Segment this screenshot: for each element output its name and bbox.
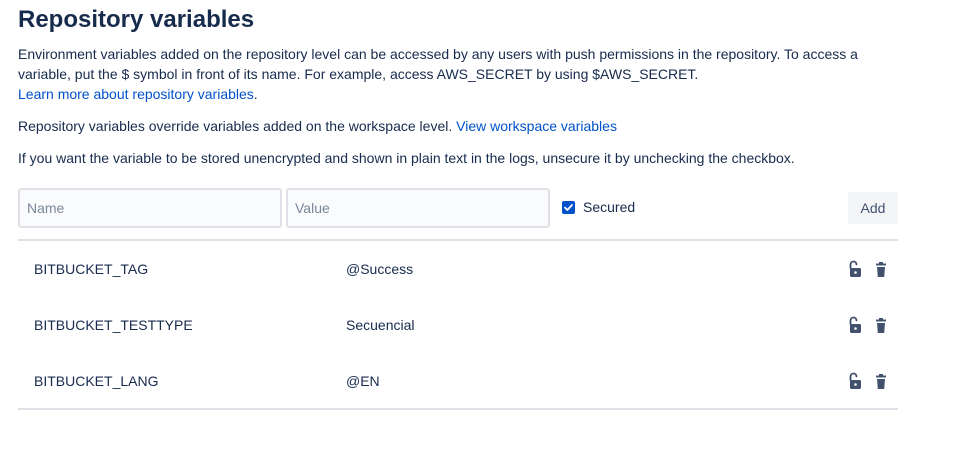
unlock-icon[interactable] <box>846 316 864 334</box>
value-input[interactable] <box>286 188 550 228</box>
variable-value: @EN <box>346 373 380 389</box>
trash-icon[interactable] <box>874 318 888 334</box>
override-paragraph: Repository variables override variables … <box>18 116 898 136</box>
learn-more-suffix: . <box>253 86 258 102</box>
table-row: BITBUCKET_TESTTYPE Secuencial <box>18 297 898 353</box>
secured-checkbox[interactable] <box>562 200 575 214</box>
variable-name: BITBUCKET_LANG <box>34 373 159 389</box>
table-row: BITBUCKET_TAG @Success <box>18 241 898 297</box>
variable-value: Secuencial <box>346 317 415 333</box>
add-button[interactable]: Add <box>848 192 898 224</box>
view-workspace-variables-link[interactable]: View workspace variables <box>456 118 617 134</box>
learn-more-link[interactable]: Learn more about repository variables <box>18 86 254 102</box>
table-bottom-divider <box>18 408 898 410</box>
secured-checkbox-label[interactable]: Secured <box>562 199 635 215</box>
table-row: BITBUCKET_LANG @EN <box>18 353 898 409</box>
secured-label: Secured <box>583 199 636 215</box>
variable-name: BITBUCKET_TAG <box>34 261 149 277</box>
page-title: Repository variables <box>18 6 255 33</box>
checkmark-icon <box>564 203 573 211</box>
unlock-icon[interactable] <box>846 372 864 390</box>
variable-name: BITBUCKET_TESTTYPE <box>34 317 193 333</box>
unlock-icon[interactable] <box>846 260 864 278</box>
variable-value: @Success <box>346 261 414 277</box>
override-text: Repository variables override variables … <box>18 118 453 134</box>
name-input[interactable] <box>18 188 282 228</box>
trash-icon[interactable] <box>874 262 888 278</box>
trash-icon[interactable] <box>874 374 888 390</box>
intro-text: Environment variables added on the repos… <box>18 46 858 82</box>
repository-variables-page: Repository variables Environment variabl… <box>0 0 955 454</box>
unsecure-note: If you want the variable to be stored un… <box>18 150 795 166</box>
intro-paragraph: Environment variables added on the repos… <box>18 44 898 104</box>
